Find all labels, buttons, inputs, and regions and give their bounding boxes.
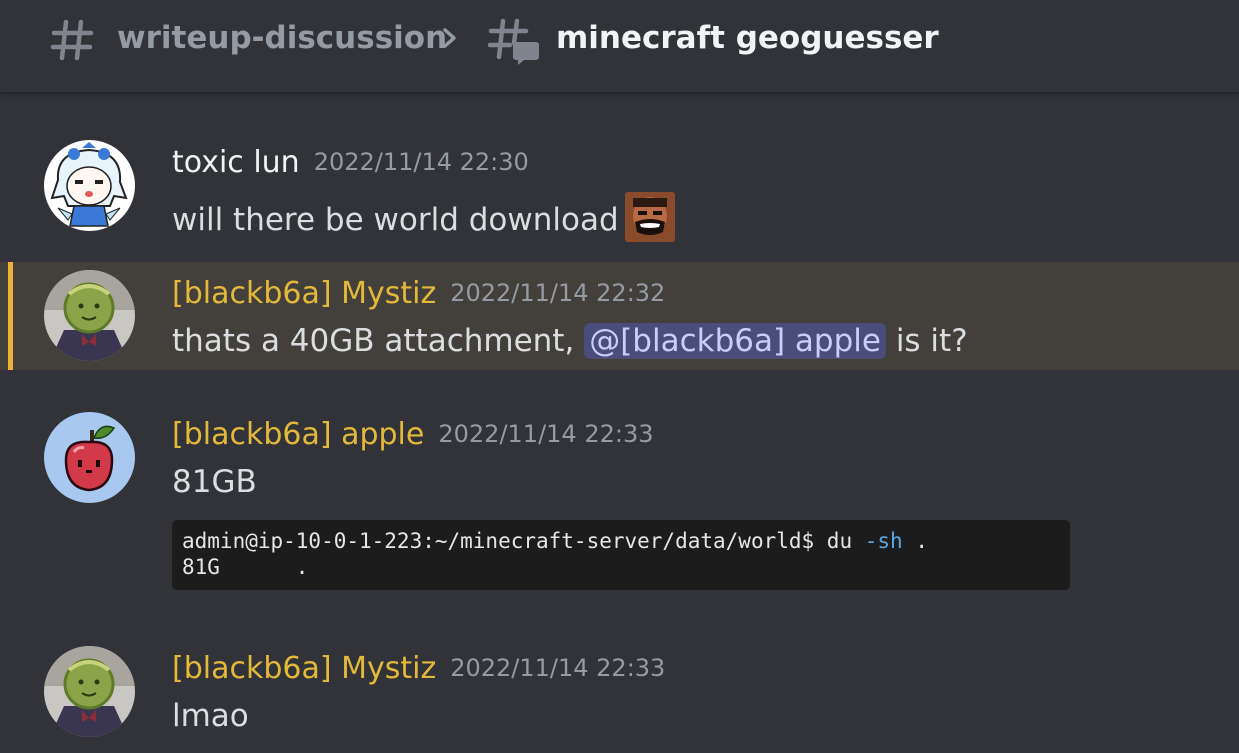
message-timestamp: 2022/11/14 22:33 — [438, 420, 654, 448]
terminal-flag: -sh — [864, 529, 903, 553]
message-item: [blackb6a] Mystiz 2022/11/14 22:33 lmao — [0, 634, 1239, 753]
message-item: toxic lun 2022/11/14 22:30 will there be … — [0, 130, 1239, 242]
mention-highlight-bar — [8, 262, 13, 370]
terminal-prompt: admin@ip-10-0-1-223:~/minecraft-server/d… — [182, 529, 853, 553]
message-timestamp: 2022/11/14 22:32 — [450, 279, 666, 307]
laughing-face-emoji-icon[interactable] — [624, 192, 675, 242]
message-content: lmao — [172, 696, 249, 736]
message-text: lmao — [172, 698, 249, 734]
terminal-cutoff-line: ‿‿‿‿‿‿‿‿‿‿‿‿‿‿‿‿‿‿‿‿‿‿‿‿‿‿‿‿‿‿‿‿‿‿‿‿‿‿‿‿… — [182, 577, 815, 590]
author-name[interactable]: toxic lun — [172, 145, 300, 180]
message-content: thats a 40GB attachment, @[blackb6a] app… — [172, 321, 968, 361]
message-author[interactable]: [blackb6a] Mystiz 2022/11/14 22:33 — [172, 648, 665, 689]
message-text: 81GB — [172, 464, 257, 500]
avatar[interactable] — [44, 646, 135, 737]
message-item-mentioned: [blackb6a] Mystiz 2022/11/14 22:32 thats … — [0, 262, 1239, 370]
message-text: thats a 40GB attachment, — [172, 323, 575, 359]
author-name[interactable]: [blackb6a] Mystiz — [172, 276, 436, 311]
message-author[interactable]: [blackb6a] apple 2022/11/14 22:33 — [172, 414, 653, 455]
user-mention[interactable]: @[blackb6a] apple — [584, 323, 886, 359]
terminal-command-line: admin@ip-10-0-1-223:~/minecraft-server/d… — [182, 528, 928, 554]
channel-hash-icon[interactable] — [50, 18, 94, 62]
message-timestamp: 2022/11/14 22:33 — [450, 654, 666, 682]
thread-icon — [488, 18, 539, 65]
message-content: 81GB — [172, 462, 257, 502]
terminal-cutoff-line: ‾ ‾‾‾‾‾‾‾‾‾‾‾‾ ‾‾‾‾ ‾‾‾‾‾‾‾‾‾‾ ‾‾‾‾‾‾‾‾ … — [182, 520, 1042, 526]
message-author[interactable]: [blackb6a] Mystiz 2022/11/14 22:32 — [172, 273, 665, 314]
message-content: will there be world download — [172, 192, 675, 242]
parent-channel-link[interactable]: writeup-discussion — [117, 16, 447, 60]
chevron-right-icon — [443, 28, 456, 48]
message-text: is it? — [895, 323, 968, 359]
author-name[interactable]: [blackb6a] Mystiz — [172, 651, 436, 686]
avatar[interactable] — [44, 140, 135, 231]
message-author[interactable]: toxic lun 2022/11/14 22:30 — [172, 142, 529, 183]
avatar[interactable] — [44, 412, 135, 503]
author-name[interactable]: [blackb6a] apple — [172, 417, 424, 452]
channel-header: writeup-discussion minecraft geoguesser — [0, 0, 1239, 94]
message-text: will there be world download — [172, 202, 619, 238]
avatar[interactable] — [44, 270, 135, 361]
thread-title: minecraft geoguesser — [556, 20, 939, 56]
message-timestamp: 2022/11/14 22:30 — [313, 148, 529, 176]
image-attachment-terminal[interactable]: ‾ ‾‾‾‾‾‾‾‾‾‾‾‾ ‾‾‾‾ ‾‾‾‾‾‾‾‾‾‾ ‾‾‾‾‾‾‾‾ … — [172, 520, 1070, 590]
terminal-arg: . — [915, 529, 928, 553]
